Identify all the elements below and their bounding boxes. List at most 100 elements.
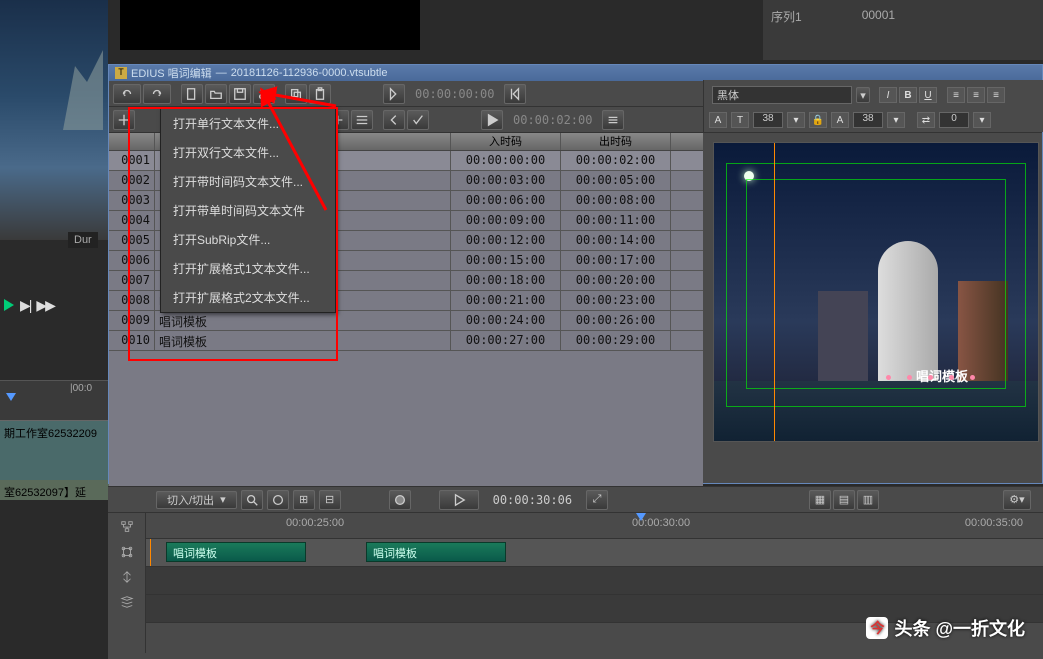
cell-index: 0001 [109, 151, 155, 170]
timeline-track-1[interactable]: 唱词模板 唱词模板 [146, 539, 1043, 567]
play-button-2[interactable] [481, 110, 503, 130]
menu-item[interactable]: 打开扩展格式2文本文件... [161, 283, 335, 312]
fast-fwd-button[interactable]: ▶▶ [36, 297, 54, 314]
cell-in[interactable]: 00:00:12:00 [451, 231, 561, 250]
tool-1[interactable]: ⊞ [293, 490, 315, 510]
cell-out[interactable]: 00:00:11:00 [561, 211, 671, 230]
spin-btn-2[interactable]: ▾ [887, 112, 905, 128]
cell-in[interactable]: 00:00:18:00 [451, 271, 561, 290]
tl-tool-hierarchy[interactable] [111, 516, 143, 538]
cell-out[interactable]: 00:00:05:00 [561, 171, 671, 190]
tool-2[interactable]: ⊟ [319, 490, 341, 510]
settings-button[interactable] [602, 110, 624, 130]
redo-button[interactable] [143, 84, 171, 104]
lock-icon[interactable]: 🔒 [809, 112, 827, 128]
align-left-button[interactable]: ≡ [947, 87, 965, 103]
subtitle-clip-1[interactable]: 唱词模板 [166, 542, 306, 562]
menu-item[interactable]: 打开SubRip文件... [161, 225, 335, 254]
cell-in[interactable]: 00:00:09:00 [451, 211, 561, 230]
mark-in-button[interactable] [383, 84, 405, 104]
cell-text[interactable]: 唱词模板 [155, 311, 451, 330]
snap-button[interactable]: ⤢ [586, 490, 608, 510]
cell-out[interactable]: 00:00:20:00 [561, 271, 671, 290]
spin-btn-3[interactable]: ▾ [973, 112, 991, 128]
cut-in-out-button[interactable]: 切入/切出▾ [156, 491, 237, 509]
step-fwd-button[interactable]: ▶| [20, 297, 30, 314]
back-button[interactable] [383, 110, 405, 130]
tl-tool-layers[interactable] [111, 591, 143, 613]
kern-spin[interactable]: 0 [939, 112, 969, 128]
cell-in[interactable]: 00:00:21:00 [451, 291, 561, 310]
cell-in[interactable]: 00:00:15:00 [451, 251, 561, 270]
paste-button[interactable] [309, 84, 331, 104]
zoom-button[interactable] [241, 490, 263, 510]
size-spin-1[interactable]: 38 [753, 112, 783, 128]
align-right-button[interactable]: ≡ [987, 87, 1005, 103]
record-button[interactable] [389, 490, 411, 510]
playhead-marker[interactable] [6, 393, 16, 401]
cell-out[interactable]: 00:00:17:00 [561, 251, 671, 270]
undo-button[interactable] [113, 84, 141, 104]
spin-btn[interactable]: ▾ [787, 112, 805, 128]
tl-tool-nodes[interactable] [111, 541, 143, 563]
char-a-button[interactable]: A [709, 112, 727, 128]
settings-tl-button[interactable]: ⚙▾ [1003, 490, 1031, 510]
table-row[interactable]: 0010唱词模板00:00:27:0000:00:29:00 [109, 331, 703, 351]
play-timeline-button[interactable] [439, 490, 479, 510]
cell-text[interactable]: 唱词模板 [155, 331, 451, 350]
th-index[interactable] [109, 133, 155, 150]
kern-icon[interactable]: ⇄ [917, 112, 935, 128]
subtitle-clip-2[interactable]: 唱词模板 [366, 542, 506, 562]
th-out[interactable]: 出时码 [561, 133, 671, 150]
cell-out[interactable]: 00:00:23:00 [561, 291, 671, 310]
watermark-text: 头条 @一折文化 [894, 615, 1025, 641]
cell-out[interactable]: 00:00:14:00 [561, 231, 671, 250]
window-title-bar[interactable]: T EDIUS 唱词编辑 — 20181126-112936-0000.vtsu… [109, 65, 1042, 81]
cell-in[interactable]: 00:00:03:00 [451, 171, 561, 190]
cell-out[interactable]: 00:00:26:00 [561, 311, 671, 330]
bold-button[interactable]: B [899, 87, 917, 103]
fx-button[interactable] [267, 490, 289, 510]
cell-out[interactable]: 00:00:29:00 [561, 331, 671, 350]
layout-3-button[interactable]: ▥ [857, 490, 879, 510]
play-button[interactable] [4, 299, 14, 311]
timeline-ruler[interactable]: 00:00:25:00 00:00:30:00 00:00:35:00 [146, 513, 1043, 539]
save-button[interactable] [229, 84, 251, 104]
copy-button[interactable] [285, 84, 307, 104]
mark-out-button[interactable] [504, 84, 526, 104]
th-in[interactable]: 入时码 [451, 133, 561, 150]
char-a2-button[interactable]: A [831, 112, 849, 128]
open-button[interactable] [205, 84, 227, 104]
menu-item[interactable]: 打开单行文本文件... [161, 109, 335, 138]
underline-button[interactable]: U [919, 87, 937, 103]
font-select[interactable]: 黑体 [712, 86, 852, 104]
tl-tool-arrows[interactable] [111, 566, 143, 588]
italic-button[interactable]: I [879, 87, 897, 103]
check-button[interactable] [407, 110, 429, 130]
menu-item[interactable]: 打开带单时间码文本文件 [161, 196, 335, 225]
new-button[interactable] [181, 84, 203, 104]
tool-b-button[interactable] [351, 110, 373, 130]
cell-in[interactable]: 00:00:24:00 [451, 311, 561, 330]
font-dropdown-icon[interactable]: ▾ [856, 87, 870, 103]
size-spin-2[interactable]: 38 [853, 112, 883, 128]
layout-1-button[interactable]: ▦ [809, 490, 831, 510]
char-t-button[interactable]: T [731, 112, 749, 128]
cell-in[interactable]: 00:00:27:00 [451, 331, 561, 350]
cell-out[interactable]: 00:00:02:00 [561, 151, 671, 170]
menu-item[interactable]: 打开带时间码文本文件... [161, 167, 335, 196]
cut-button[interactable] [253, 84, 275, 104]
align-center-button[interactable]: ≡ [967, 87, 985, 103]
menu-item[interactable]: 打开双行文本文件... [161, 138, 335, 167]
layout-2-button[interactable]: ▤ [833, 490, 855, 510]
table-row[interactable]: 0009唱词模板00:00:24:0000:00:26:00 [109, 311, 703, 331]
add-button[interactable] [113, 110, 135, 130]
playhead-cursor[interactable] [636, 513, 646, 521]
cell-out[interactable]: 00:00:08:00 [561, 191, 671, 210]
control-points[interactable] [878, 371, 998, 391]
subtitle-preview[interactable]: 唱词模板 [713, 142, 1039, 442]
timeline-track-2[interactable] [146, 567, 1043, 595]
cell-in[interactable]: 00:00:06:00 [451, 191, 561, 210]
cell-in[interactable]: 00:00:00:00 [451, 151, 561, 170]
menu-item[interactable]: 打开扩展格式1文本文件... [161, 254, 335, 283]
